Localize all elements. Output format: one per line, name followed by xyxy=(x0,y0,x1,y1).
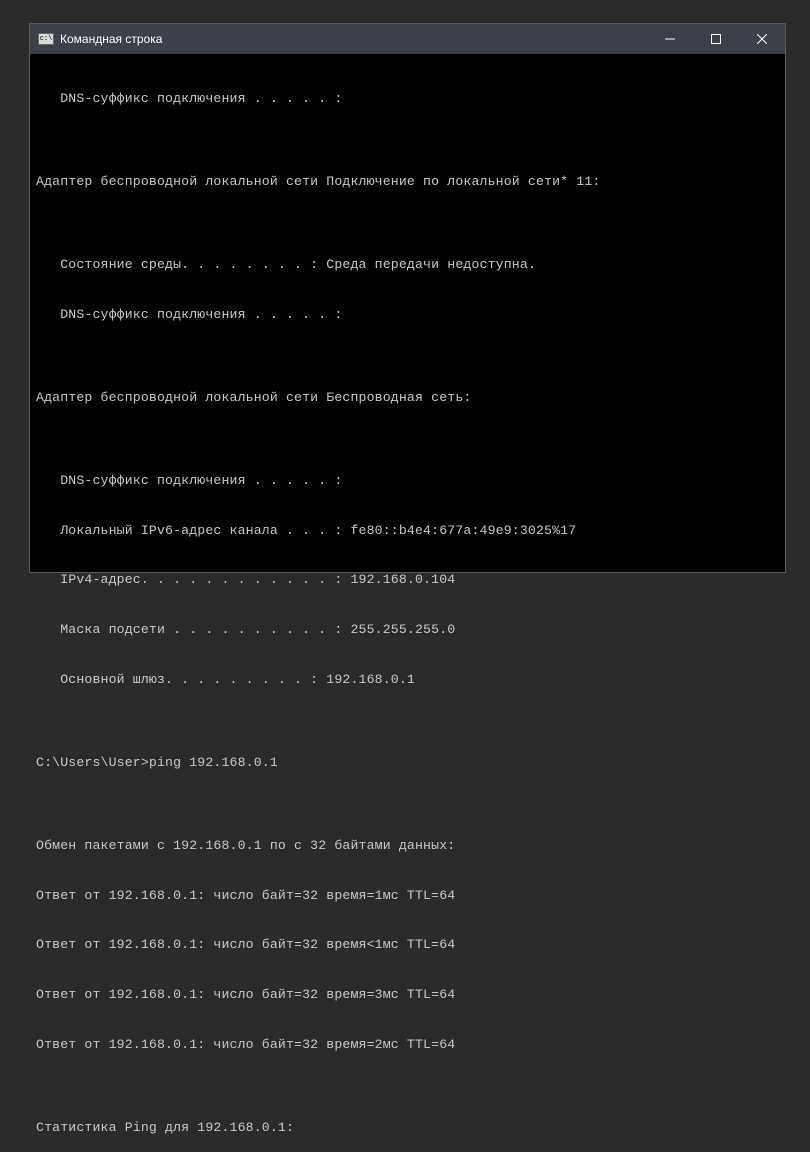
window-title: Командная строка xyxy=(60,32,162,46)
output-line: IPv4-адрес. . . . . . . . . . . . : 192.… xyxy=(36,572,779,589)
output-line: Адаптер беспроводной локальной сети Подк… xyxy=(36,174,779,191)
maximize-icon xyxy=(711,34,721,44)
command-prompt-window: Командная строка DNS-суффикс подключения… xyxy=(29,23,786,573)
output-line: DNS-суффикс подключения . . . . . : xyxy=(36,91,779,108)
cmd-icon xyxy=(38,33,54,45)
output-line: Ответ от 192.168.0.1: число байт=32 врем… xyxy=(36,987,779,1004)
minimize-icon xyxy=(665,34,675,44)
close-button[interactable] xyxy=(739,24,785,54)
output-line: Ответ от 192.168.0.1: число байт=32 врем… xyxy=(36,888,779,905)
output-line: DNS-суффикс подключения . . . . . : xyxy=(36,473,779,490)
output-line: C:\Users\User>ping 192.168.0.1 xyxy=(36,755,779,772)
minimize-button[interactable] xyxy=(647,24,693,54)
output-line: Локальный IPv6-адрес канала . . . : fe80… xyxy=(36,523,779,540)
output-line: Маска подсети . . . . . . . . . . : 255.… xyxy=(36,622,779,639)
close-icon xyxy=(757,34,767,44)
output-line: Адаптер беспроводной локальной сети Бесп… xyxy=(36,390,779,407)
maximize-button[interactable] xyxy=(693,24,739,54)
output-line: Статистика Ping для 192.168.0.1: xyxy=(36,1120,779,1137)
output-line: Состояние среды. . . . . . . . : Среда п… xyxy=(36,257,779,274)
window-controls xyxy=(647,24,785,54)
titlebar[interactable]: Командная строка xyxy=(30,24,785,54)
output-line: Ответ от 192.168.0.1: число байт=32 врем… xyxy=(36,937,779,954)
terminal-output[interactable]: DNS-суффикс подключения . . . . . : Адап… xyxy=(30,54,785,1152)
output-line: Обмен пакетами с 192.168.0.1 по с 32 бай… xyxy=(36,838,779,855)
output-line: Основной шлюз. . . . . . . . . : 192.168… xyxy=(36,672,779,689)
output-line: DNS-суффикс подключения . . . . . : xyxy=(36,307,779,324)
output-line: Ответ от 192.168.0.1: число байт=32 врем… xyxy=(36,1037,779,1054)
